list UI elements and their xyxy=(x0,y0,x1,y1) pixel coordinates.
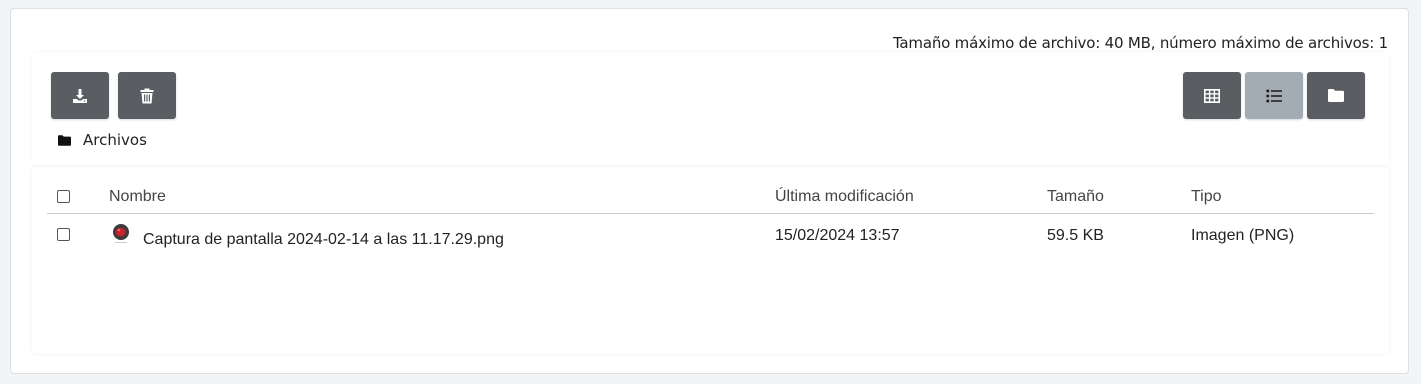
file-modified: 15/02/2024 13:57 xyxy=(775,227,900,244)
breadcrumb-label[interactable]: Archivos xyxy=(83,131,147,149)
trash-icon xyxy=(140,88,154,104)
view-mode-group xyxy=(1183,72,1365,119)
file-name[interactable]: Captura de pantalla 2024-02-14 a las 11.… xyxy=(143,231,504,249)
file-manager-toolbar: Archivos xyxy=(32,52,1389,165)
file-table: Nombre Última modificación Tamaño Tipo C… xyxy=(32,167,1389,354)
grid-view-button[interactable] xyxy=(1183,72,1241,119)
upload-limits-text: Tamaño máximo de archivo: 40 MB, número … xyxy=(892,34,1388,52)
list-icon xyxy=(1266,89,1282,103)
select-all-checkbox[interactable] xyxy=(57,190,70,203)
column-header-modified[interactable]: Última modificación xyxy=(775,188,914,206)
file-size: 59.5 KB xyxy=(1047,227,1104,244)
table-grid-icon xyxy=(1204,88,1220,103)
delete-button[interactable] xyxy=(118,72,176,119)
file-type: Imagen (PNG) xyxy=(1191,227,1295,244)
download-button[interactable] xyxy=(51,72,109,119)
header-divider xyxy=(47,213,1374,214)
column-header-size[interactable]: Tamaño xyxy=(1047,188,1104,206)
column-header-name[interactable]: Nombre xyxy=(109,188,166,206)
column-header-type[interactable]: Tipo xyxy=(1191,188,1222,206)
row-checkbox[interactable] xyxy=(57,228,70,241)
folder-icon xyxy=(1328,89,1344,102)
folder-icon xyxy=(58,134,71,146)
list-view-button[interactable] xyxy=(1245,72,1303,119)
download-icon xyxy=(72,88,88,104)
folder-view-button[interactable] xyxy=(1307,72,1365,119)
breadcrumb[interactable]: Archivos xyxy=(58,131,147,149)
image-thumbnail-icon xyxy=(112,224,130,244)
